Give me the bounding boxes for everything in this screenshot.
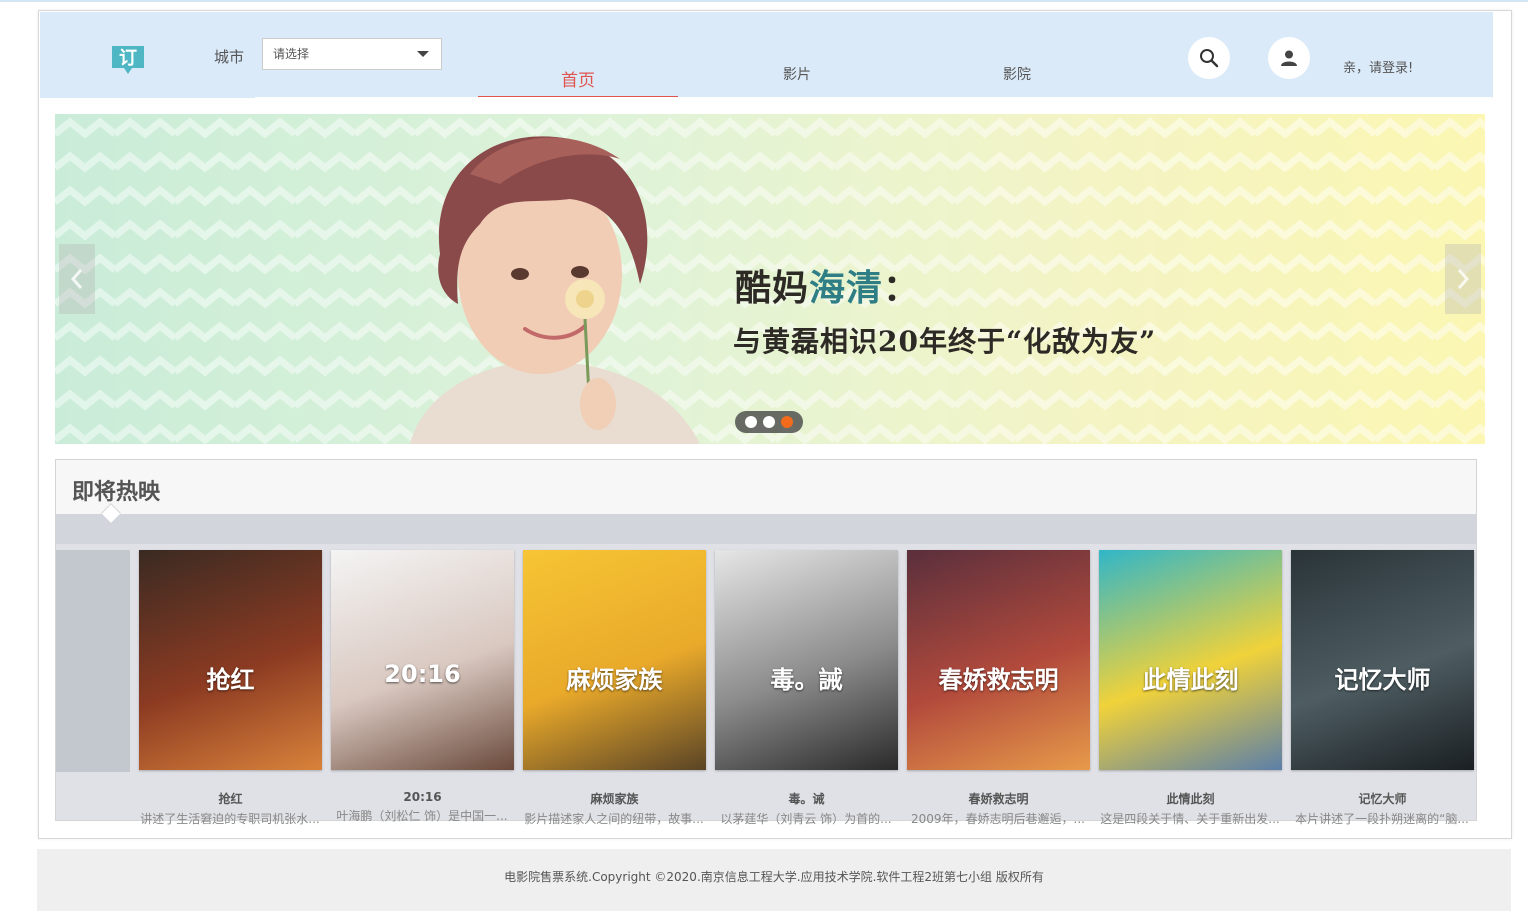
upcoming-header: 即将热映 xyxy=(56,460,1476,514)
movie-description: 影片描述家人之间的纽带，故事... xyxy=(524,812,704,826)
movie-strip: 抢红 抢红 讲述了生活窘迫的专职司机张水... 20:16 20:16 叶海鹏（刘松仁 饰… xyxy=(56,544,1476,826)
movie-poster[interactable]: 20:16 xyxy=(331,550,514,770)
movie-poster-title: 毒。誡 xyxy=(770,666,843,694)
movie-description: 以茅莛华（刘青云 饰）为首的... xyxy=(720,812,892,826)
movie-name[interactable]: 春娇救志明 xyxy=(907,790,1090,807)
movie-card[interactable]: 20:16 20:16 叶海鹏（刘松仁 饰）是中国一... xyxy=(331,550,514,824)
carousel-indicators xyxy=(735,411,803,433)
chevron-right-icon xyxy=(1457,269,1470,289)
movie-poster-title: 春娇救志明 xyxy=(938,666,1059,694)
movie-name[interactable]: 抢红 xyxy=(139,790,322,807)
header-underline xyxy=(255,97,1492,99)
login-link[interactable]: 亲，请登录! xyxy=(1343,57,1413,76)
nav-home[interactable]: 首页 xyxy=(478,66,678,91)
user-button[interactable] xyxy=(1268,37,1310,79)
movie-poster-title: 此情此刻 xyxy=(1142,666,1239,694)
carousel-next-button[interactable] xyxy=(1445,244,1481,314)
chevron-down-icon xyxy=(417,51,429,57)
chevron-left-icon xyxy=(70,269,83,289)
banner-carousel[interactable]: 酷妈海清： 与黄磊相识20年终于“化敌为友” xyxy=(55,114,1485,444)
movie-poster[interactable]: 此情此刻 xyxy=(1099,550,1282,770)
banner-portrait-image xyxy=(410,136,700,444)
search-button[interactable] xyxy=(1188,37,1230,79)
upcoming-title: 即将热映 xyxy=(72,480,161,505)
movie-poster[interactable]: 抢红 xyxy=(139,550,322,770)
user-icon xyxy=(1281,50,1297,66)
upcoming-band xyxy=(56,514,1476,544)
movie-card[interactable]: 抢红 抢红 讲述了生活窘迫的专职司机张水... xyxy=(139,550,322,827)
svg-text:订: 订 xyxy=(119,48,137,69)
ticket-logo-icon[interactable]: 订 xyxy=(110,40,146,76)
movie-name[interactable]: 麻烦家族 xyxy=(523,790,706,807)
movie-card[interactable]: 记忆大师 记忆大师 本片讲述了一段扑朔迷离的“脑... xyxy=(1291,550,1474,827)
movie-description: 这是四段关于情、关于重新出发... xyxy=(1100,812,1280,826)
movie-poster[interactable]: 记忆大师 xyxy=(1291,550,1474,770)
movie-card[interactable]: 春娇救志明 春娇救志明 2009年，春娇志明后巷邂逅，... xyxy=(907,550,1090,827)
top-divider xyxy=(0,0,1528,2)
search-icon xyxy=(1200,49,1219,68)
header-bar: 订 城市 请选择 首页 影片 影院 亲，请登录! xyxy=(40,12,1493,98)
movie-description: 叶海鹏（刘松仁 饰）是中国一... xyxy=(336,809,508,823)
movie-card[interactable]: 此情此刻 此情此刻 这是四段关于情、关于重新出发... xyxy=(1099,550,1282,827)
movie-card[interactable]: 毒。誡毒。诫以茅莛华（刘青云 饰）为首的... xyxy=(715,550,898,827)
footer: 电影院售票系统.Copyright ©2020.南京信息工程大学.应用技术学院.… xyxy=(37,849,1511,911)
movie-poster[interactable]: 春娇救志明 xyxy=(907,550,1090,770)
banner-title-accent: 海清 xyxy=(809,267,884,309)
movie-poster-title: 记忆大师 xyxy=(1334,666,1431,694)
page-frame: 订 城市 请选择 首页 影片 影院 亲，请登录! 酷妈海清： 与黄磊相识20年终… xyxy=(38,10,1512,839)
city-label: 城市 xyxy=(214,48,245,66)
movie-description: 2009年，春娇志明后巷邂逅，... xyxy=(911,812,1085,826)
carousel-dot-2[interactable] xyxy=(763,416,775,428)
movie-card[interactable]: 麻烦家族 麻烦家族 影片描述家人之间的纽带，故事... xyxy=(523,550,706,827)
nav-cinemas[interactable]: 影院 xyxy=(917,64,1117,84)
movie-poster[interactable]: 毒。誡 xyxy=(715,550,898,770)
movie-poster-title: 20:16 xyxy=(384,660,461,688)
movie-name[interactable]: 记忆大师 xyxy=(1291,790,1474,807)
city-select-value: 请选择 xyxy=(273,47,310,61)
movie-poster-title: 麻烦家族 xyxy=(566,666,663,694)
carousel-prev-button[interactable] xyxy=(59,244,95,314)
nav-movies[interactable]: 影片 xyxy=(697,64,897,84)
city-select[interactable]: 请选择 xyxy=(262,38,442,70)
movie-name[interactable]: 毒。诫 xyxy=(715,790,898,807)
strip-scroll-area[interactable] xyxy=(56,550,130,772)
carousel-dot-1[interactable] xyxy=(745,416,757,428)
movie-name[interactable]: 此情此刻 xyxy=(1099,790,1282,807)
banner-title: 酷妈海清： xyxy=(735,259,920,311)
movie-description: 讲述了生活窘迫的专职司机张水... xyxy=(140,812,320,826)
movie-poster-title: 抢红 xyxy=(206,666,255,694)
carousel-dot-3[interactable] xyxy=(781,416,793,428)
banner-title-part1: 酷妈 xyxy=(735,267,810,309)
movie-poster[interactable]: 麻烦家族 xyxy=(523,550,706,770)
banner-subtitle: 与黄磊相识20年终于“化敌为友” xyxy=(733,325,1157,358)
movie-name[interactable]: 20:16 xyxy=(331,790,514,804)
movie-description: 本片讲述了一段扑朔迷离的“脑... xyxy=(1295,812,1469,826)
footer-copyright: 电影院售票系统.Copyright ©2020.南京信息工程大学.应用技术学院.… xyxy=(504,870,1044,884)
upcoming-section: 即将热映 抢红 抢红 讲述了生活窘迫的专职司机张水... 20:16 20:16 叶海鹏（… xyxy=(55,459,1477,826)
banner-title-part2: ： xyxy=(883,267,921,309)
